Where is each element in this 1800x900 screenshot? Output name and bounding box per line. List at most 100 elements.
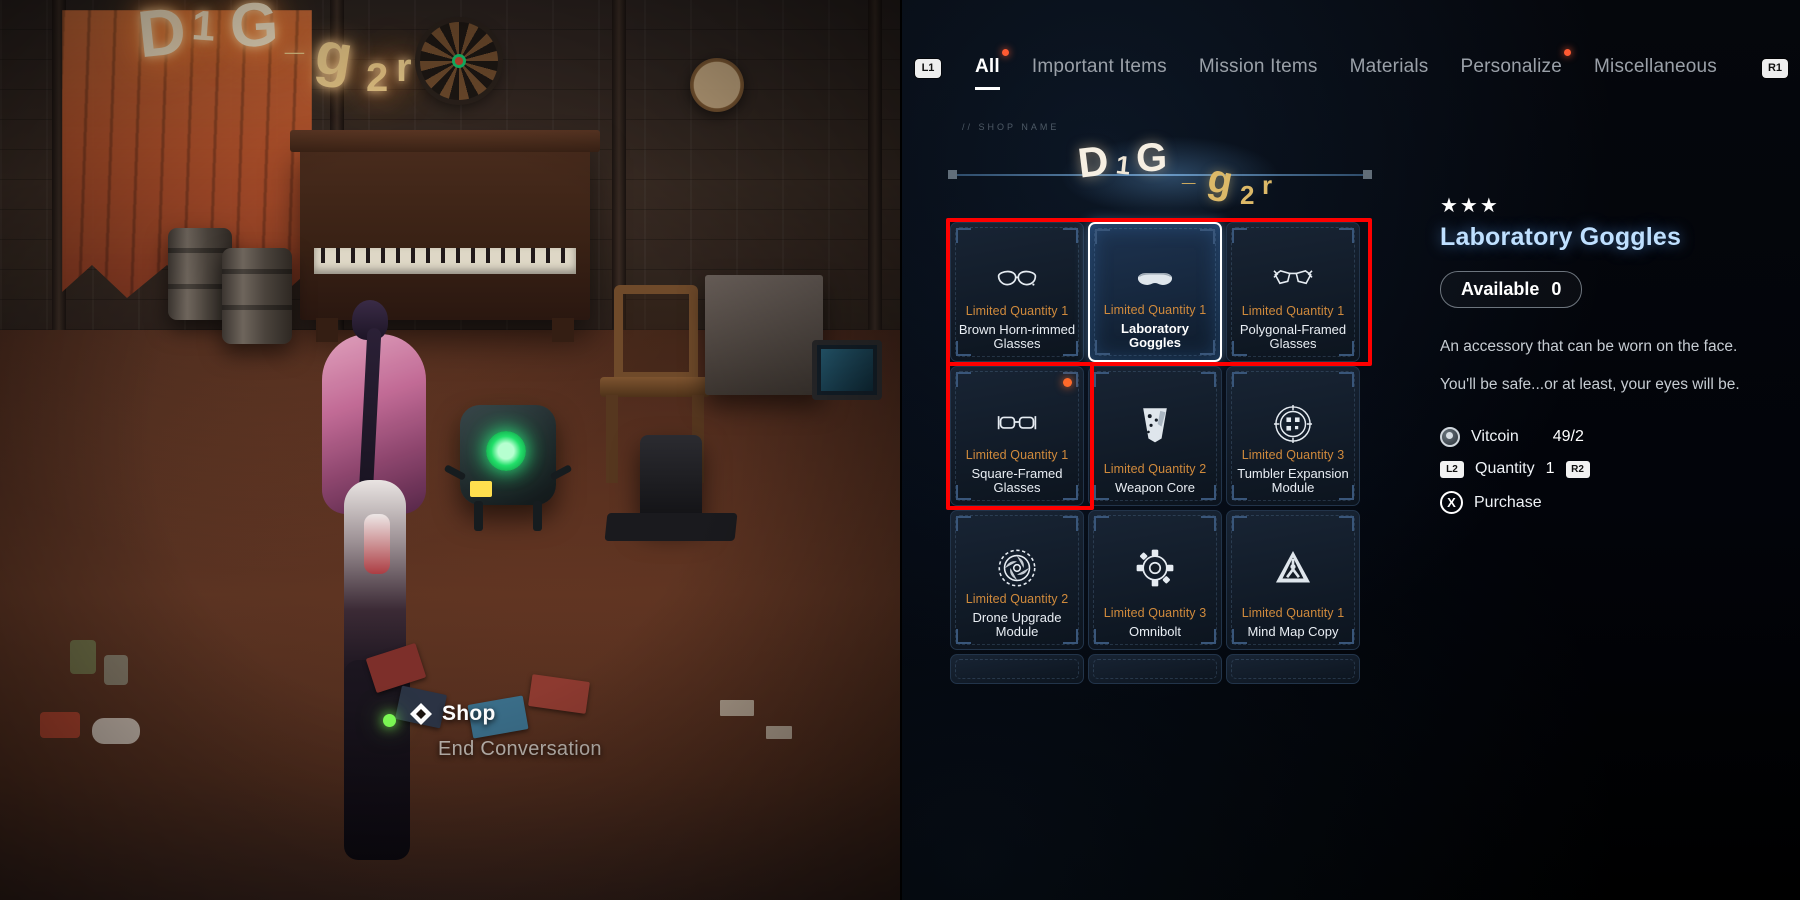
tab-list: All Important Items Mission Items Materi… [975, 48, 1717, 90]
dialogue-option-shop[interactable]: Shop [410, 702, 740, 726]
square-glasses-icon [951, 401, 1083, 447]
new-item-badge [1063, 378, 1072, 387]
tri-module-icon [1227, 545, 1359, 591]
button-r2[interactable]: R2 [1565, 460, 1590, 478]
wall-beam [612, 0, 626, 330]
available-badge: Available 0 [1440, 271, 1583, 308]
dialogue-option-label: Shop [442, 702, 496, 725]
circuit-disc-icon [1227, 401, 1359, 447]
logo-letter: r [1262, 170, 1273, 200]
floor-debris [766, 726, 792, 739]
tab-materials[interactable]: Materials [1350, 56, 1429, 81]
button-l2[interactable]: L2 [1440, 460, 1464, 478]
floor-debris [70, 640, 96, 674]
item-name: Square-Framed Glasses [971, 465, 1063, 496]
neon-letter: G [228, 0, 281, 62]
item-name: Tumbler Expansion Module [1237, 465, 1349, 496]
barrel [222, 248, 292, 344]
wall-beam [868, 0, 882, 330]
bumper-right-r1[interactable]: R1 [1762, 58, 1788, 78]
item-cell-drone-upgrade-module[interactable]: Limited Quantity 2 Drone Upgrade Module [950, 510, 1084, 650]
tab-all[interactable]: All [975, 48, 1009, 90]
tab-label: All [975, 55, 1000, 77]
chair-back [614, 285, 698, 381]
item-cell-partial[interactable] [1088, 654, 1222, 684]
item-cell-tumbler-expansion-module[interactable]: Limited Quantity 3 Tumbler Expansion Mod… [1226, 366, 1360, 506]
price-row: Vitcoin 49/2 [1440, 427, 1770, 448]
item-quantity-label: Limited Quantity 3 [1103, 606, 1207, 621]
tab-important-items[interactable]: Important Items [1032, 56, 1167, 81]
item-name: Brown Horn-rimmed Glasses [958, 321, 1076, 352]
chair-seat [600, 377, 710, 397]
item-cell-partial[interactable] [950, 654, 1084, 684]
shop-name-label: // SHOP NAME [962, 122, 1060, 132]
dialogue-option-end-conversation[interactable]: End Conversation [438, 738, 740, 761]
item-detail-panel: ★★★ Laboratory Goggles Available 0 An ac… [1440, 195, 1770, 515]
item-name: Weapon Core [1115, 480, 1195, 496]
item-cell-weapon-core[interactable]: Limited Quantity 2 Weapon Core [1088, 366, 1222, 506]
weapon-core-icon [1089, 401, 1221, 447]
player-accessory [364, 514, 390, 574]
logo-letter: G [1135, 135, 1168, 181]
tab-personalize[interactable]: Personalize [1460, 48, 1571, 81]
piano-keys [314, 248, 576, 274]
wall-clock [690, 58, 744, 112]
item-name: Mind Map Copy [1247, 624, 1339, 640]
item-quantity-label: Limited Quantity 1 [1103, 302, 1207, 317]
currency-value: 49/2 [1552, 428, 1584, 446]
rarity-stars: ★★★ [1440, 195, 1500, 217]
drone-arm [549, 464, 573, 481]
drone-leg [533, 501, 542, 531]
item-quantity-label: Limited Quantity 1 [1241, 606, 1345, 621]
item-grid: Limited Quantity 1 Brown Horn-rimmed Gla… [950, 222, 1368, 684]
detail-stats: Vitcoin 49/2 L2 Quantity 1 R2 X Purchase [1440, 427, 1770, 515]
purchase-row[interactable]: X Purchase [1440, 491, 1770, 515]
logo-letter: D [1075, 136, 1112, 187]
drone-leg [474, 501, 483, 531]
companion-drone [443, 405, 573, 531]
tab-notification-dot [1564, 48, 1571, 56]
shop-logo: D 1 G _ g 2 r [948, 135, 1372, 216]
category-tab-bar: L1 All Important Items Mission Items Mat… [902, 46, 1800, 90]
item-quantity-label: Limited Quantity 1 [1241, 303, 1345, 318]
quantity-row[interactable]: L2 Quantity 1 R2 [1440, 460, 1770, 478]
logo-letter: _ [1182, 160, 1196, 187]
item-cell-brown-horn-rimmed-glasses[interactable]: Limited Quantity 1 Brown Horn-rimmed Gla… [950, 222, 1084, 362]
quantity-label: Quantity [1475, 460, 1535, 478]
item-quantity-label: Limited Quantity 1 [965, 447, 1069, 462]
tab-label: Personalize [1460, 55, 1562, 77]
stove-base [604, 513, 738, 541]
screen: D 1 G _ g 2 r Shop End Conversation L1 A… [0, 0, 1800, 900]
item-quantity-label: Limited Quantity 2 [965, 591, 1069, 606]
neon-letter: g [310, 18, 358, 91]
diamond-icon [410, 703, 432, 725]
tab-miscellaneous[interactable]: Miscellaneous [1594, 56, 1717, 81]
item-name: Polygonal-Framed Glasses [1239, 321, 1347, 352]
item-cell-partial[interactable] [1226, 654, 1360, 684]
neon-letter: 1 [190, 1, 218, 50]
item-cell-mind-map-copy[interactable]: Limited Quantity 1 Mind Map Copy [1226, 510, 1360, 650]
floor-debris [92, 718, 140, 744]
available-count: 0 [1551, 279, 1562, 299]
bumper-left-l1[interactable]: L1 [915, 58, 941, 78]
tab-mission-items[interactable]: Mission Items [1199, 56, 1318, 81]
game-viewport: D 1 G _ g 2 r Shop End Conversation [0, 0, 900, 900]
item-cell-square-framed-glasses[interactable]: Limited Quantity 1 Square-Framed Glasses [950, 366, 1084, 506]
item-name: Laboratory Goggles [1121, 320, 1189, 351]
drone-eye-icon [486, 431, 526, 471]
item-quantity-label: Limited Quantity 3 [1241, 447, 1345, 462]
tab-notification-dot [1001, 48, 1009, 56]
aviator-glasses-icon [1227, 257, 1359, 303]
neon-letter: r [396, 46, 412, 90]
button-cross-icon[interactable]: X [1440, 491, 1463, 515]
vitcoin-icon [1440, 427, 1460, 448]
piano [290, 130, 600, 342]
neon-letter: 2 [366, 56, 389, 100]
shop-menu-panel: L1 All Important Items Mission Items Mat… [900, 0, 1800, 900]
item-cell-omnibolt[interactable]: Limited Quantity 3 Omnibolt [1088, 510, 1222, 650]
item-cell-polygonal-framed-glasses[interactable]: Limited Quantity 1 Polygonal-Framed Glas… [1226, 222, 1360, 362]
item-name: Omnibolt [1128, 624, 1182, 640]
cat-eye-glasses-icon [951, 257, 1083, 303]
gear-bolt-icon [1089, 545, 1221, 591]
item-cell-laboratory-goggles[interactable]: Limited Quantity 1 Laboratory Goggles [1088, 222, 1222, 362]
